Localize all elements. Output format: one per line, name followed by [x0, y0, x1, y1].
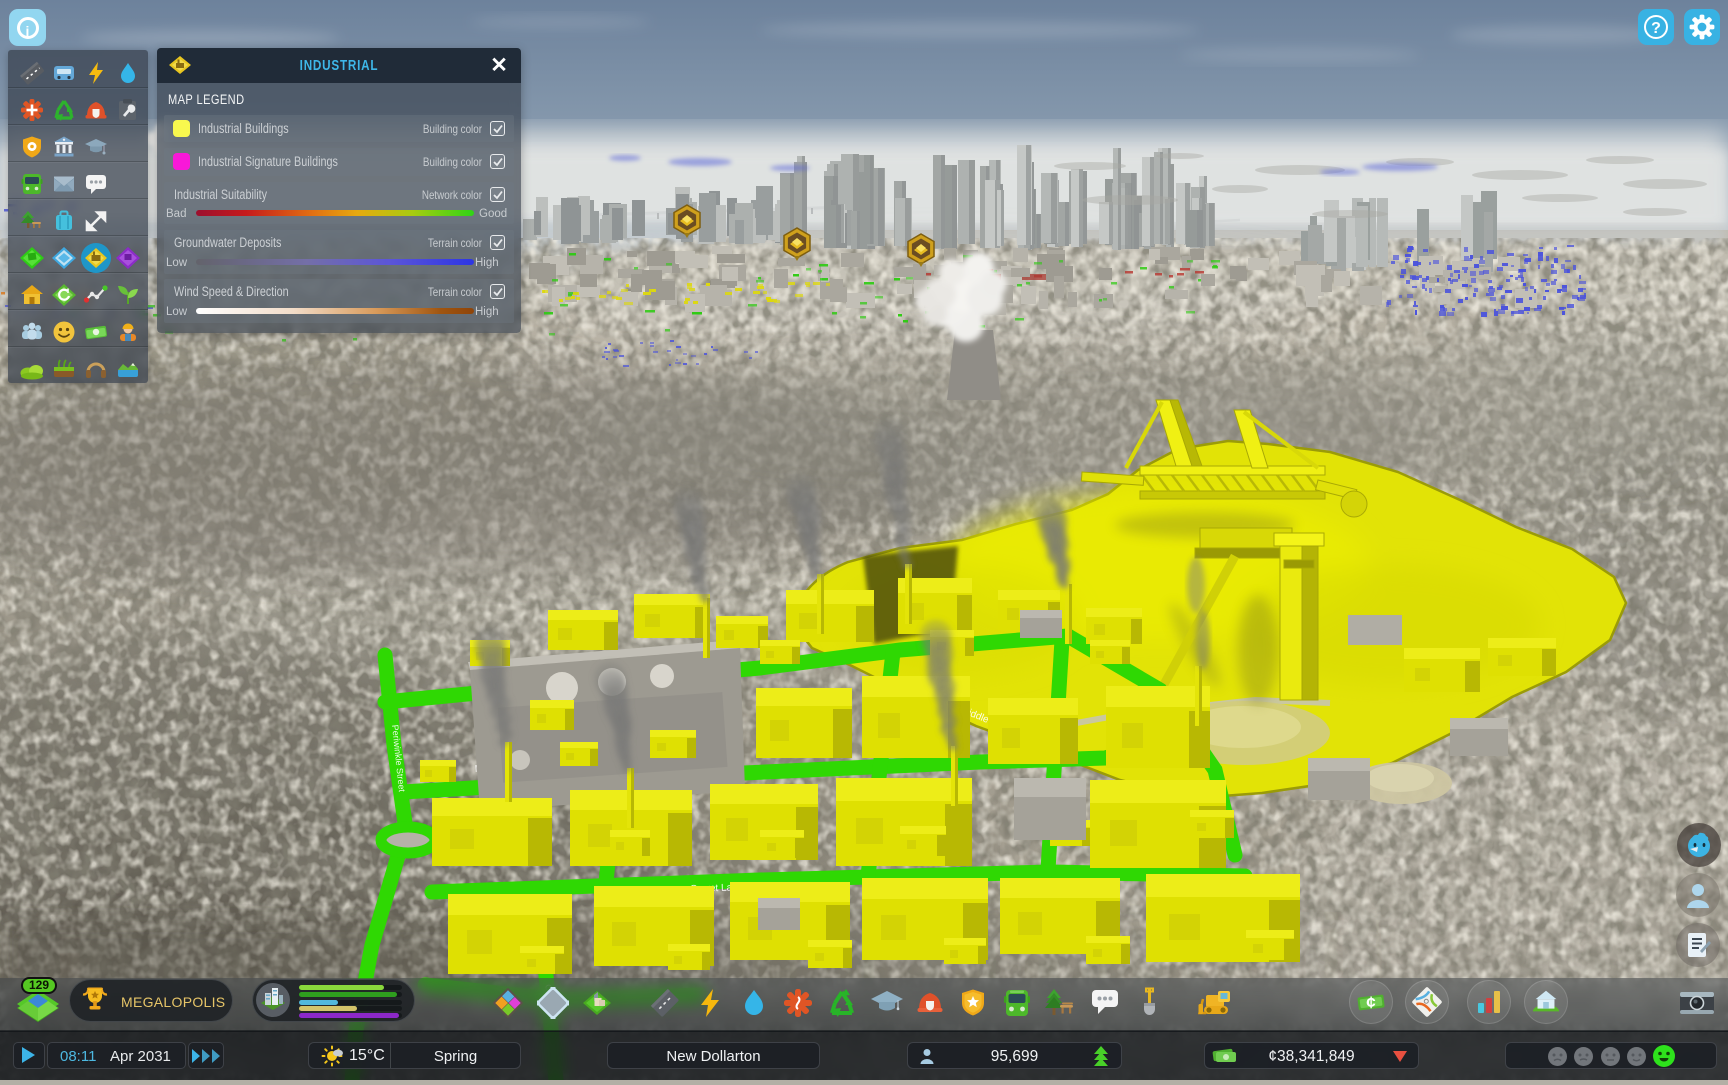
svg-text:¢: ¢: [1366, 993, 1376, 1012]
